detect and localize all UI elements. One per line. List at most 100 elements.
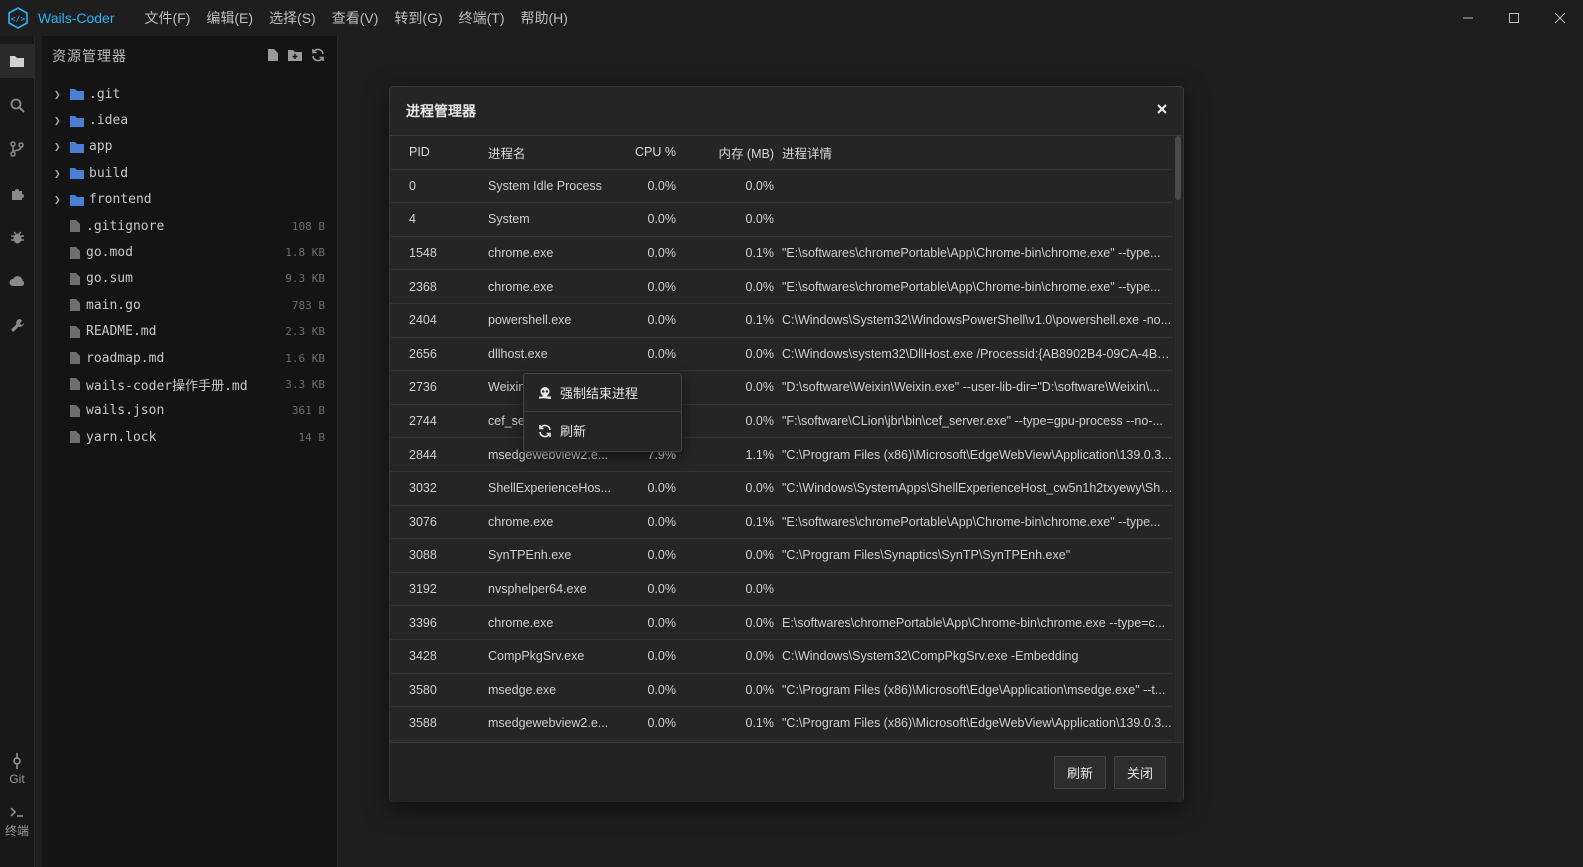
menu-help[interactable]: 帮助(H) (513, 8, 576, 28)
table-row[interactable]: 0 System Idle Process 0.0% 0.0% (390, 169, 1173, 204)
menu-goto[interactable]: 转到(G) (386, 8, 450, 28)
cell-pid: 2844 (390, 437, 488, 472)
cell-pid: 3580 (390, 673, 488, 708)
terminal-label: 终端 (4, 824, 29, 838)
new-file-button[interactable] (267, 48, 279, 65)
menu-select[interactable]: 选择(S) (261, 8, 324, 28)
menu-edit[interactable]: 编辑(E) (198, 8, 261, 28)
table-row[interactable]: 3076 chrome.exe 0.0% 0.1% "E:\softwares\chro… (390, 505, 1173, 540)
item-label: .gitignore (86, 218, 165, 234)
extensions-activity-button[interactable] (0, 176, 34, 210)
source-control-activity-button[interactable] (0, 132, 34, 166)
cell-cpu: 0.0% (616, 639, 688, 674)
file-size: 1.6 KB (285, 351, 325, 365)
dialog-close-button[interactable] (1157, 101, 1167, 118)
cell-pid: 3076 (390, 505, 488, 540)
cell-name: chrome.exe (488, 236, 616, 271)
refresh-explorer-button[interactable] (311, 48, 325, 65)
app-logo-icon: </> (7, 7, 29, 29)
table-row[interactable]: 4 System 0.0% 0.0% (390, 202, 1173, 237)
table-row[interactable]: 2744cef_server.exe0.0%0.0%"F:\software\C… (390, 404, 1173, 439)
terminal-icon (10, 807, 23, 817)
file-item[interactable]: wails-coder操作手册.md 3.3 KB (42, 371, 337, 397)
table-row[interactable]: 2844 msedgewebview2.e... 7.9% 1.1% "C:\Progr… (390, 437, 1173, 472)
folder-item[interactable]: ❯ .idea (42, 107, 337, 133)
cell-detail: "E:\softwares\chromePortable\App\Chrome-… (782, 269, 1173, 304)
explorer-activity-button[interactable] (0, 44, 34, 78)
table-row[interactable]: 3428 CompPkgSrv.exe 0.0% 0.0% C:\Windows\Sys… (390, 639, 1173, 674)
git-panel-button[interactable]: Git (0, 753, 34, 786)
cloud-activity-button[interactable] (0, 264, 34, 298)
table-row[interactable]: 2736Weixin.exe0.0%0.0%"D:\software\Weixi… (390, 370, 1173, 405)
col-mem[interactable]: 内存 (MB) (688, 136, 782, 170)
menu-terminal[interactable]: 终端(T) (451, 8, 513, 28)
file-item[interactable]: yarn.lock 14 B (42, 424, 337, 450)
cell-mem: 0.0% (688, 202, 782, 237)
minimize-icon (1463, 17, 1473, 19)
folder-item[interactable]: ❯ frontend (42, 187, 337, 213)
refresh-menu-item[interactable]: 刷新 (524, 412, 681, 449)
col-pid[interactable]: PID (390, 136, 488, 170)
cell-detail: C:\Windows\System32\WindowsPowerShell\v1… (782, 303, 1173, 338)
chevron-right-icon: ❯ (54, 166, 61, 180)
cell-name: msedgewebview2.e... (488, 706, 616, 741)
title-bar: </> Wails-Coder 文件(F) 编辑(E) 选择(S) 查看(V) … (0, 0, 1583, 36)
item-label: go.mod (86, 245, 133, 261)
cell-pid: 3428 (390, 639, 488, 674)
col-cpu[interactable]: CPU % (616, 136, 688, 170)
folder-item[interactable]: ❯ build (42, 160, 337, 186)
activity-bar: Git 终端 (0, 36, 35, 867)
cell-detail: "C:\Program Files (x86)\Microsoft\EdgeWe… (782, 437, 1173, 472)
scrollbar-thumb[interactable] (1175, 136, 1181, 200)
col-detail[interactable]: 进程详情 (782, 136, 1173, 170)
tools-activity-button[interactable] (0, 308, 34, 342)
minimize-button[interactable] (1445, 0, 1491, 36)
file-item[interactable]: .gitignore 108 B (42, 213, 337, 239)
close-icon (1554, 12, 1566, 24)
cell-pid: 2368 (390, 269, 488, 304)
terminal-panel-button[interactable]: 终端 (0, 805, 34, 839)
folder-item[interactable]: ❯ .git (42, 81, 337, 107)
file-item[interactable]: roadmap.md 1.6 KB (42, 345, 337, 371)
cell-detail: "F:\software\CLion\jbr\bin\cef_server.ex… (782, 404, 1173, 439)
close-button[interactable]: 关闭 (1114, 756, 1167, 789)
table-row[interactable]: 3580 msedge.exe 0.0% 0.0% "C:\Program Files … (390, 673, 1173, 708)
table-scrollbar[interactable] (1175, 136, 1181, 742)
table-row[interactable]: 3192 nvsphelper64.exe 0.0% 0.0% (390, 572, 1173, 607)
table-row[interactable]: 3396 chrome.exe 0.0% 0.0% E:\softwares\chrom… (390, 605, 1173, 640)
col-name[interactable]: 进程名 (488, 136, 616, 170)
cell-name: CompPkgSrv.exe (488, 639, 616, 674)
file-item[interactable]: main.go 783 B (42, 292, 337, 318)
file-icon (70, 404, 80, 417)
new-folder-button[interactable] (287, 48, 303, 65)
close-window-button[interactable] (1537, 0, 1583, 36)
kill-process-menu-item[interactable]: 强制结束进程 (524, 374, 681, 411)
folder-item[interactable]: ❯ app (42, 134, 337, 160)
cell-detail: C:\Windows\System32\CompPkgSrv.exe -Embe… (782, 639, 1173, 674)
table-row[interactable]: 2368 chrome.exe 0.0% 0.0% "E:\softwares\chro… (390, 269, 1173, 304)
table-row[interactable]: 3588 msedgewebview2.e... 0.0% 0.1% "C:\Progr… (390, 706, 1173, 741)
debug-activity-button[interactable] (0, 220, 34, 254)
file-item[interactable]: wails.json 361 B (42, 398, 337, 424)
table-row[interactable]: 2404 powershell.exe 0.0% 0.1% C:\Windows\Sys… (390, 303, 1173, 338)
file-item[interactable]: go.mod 1.8 KB (42, 239, 337, 265)
table-row[interactable]: 3032 ShellExperienceHos... 0.0% 0.0% "C:\Win… (390, 471, 1173, 506)
menu-file[interactable]: 文件(F) (137, 8, 199, 28)
cell-mem: 0.1% (688, 236, 782, 271)
item-label: go.sum (86, 271, 133, 287)
cell-detail: "E:\softwares\chromePortable\App\Chrome-… (782, 236, 1173, 271)
cell-name: powershell.exe (488, 303, 616, 338)
table-row[interactable]: 2656 dllhost.exe 0.0% 0.0% C:\Windows\system… (390, 337, 1173, 372)
table-row[interactable]: 3088 SynTPEnh.exe 0.0% 0.0% "C:\Program File… (390, 538, 1173, 573)
cell-detail: E:\softwares\chromePortable\App\Chrome-b… (782, 605, 1173, 640)
refresh-button[interactable]: 刷新 (1054, 756, 1107, 789)
cell-mem: 0.1% (688, 303, 782, 338)
menu-view[interactable]: 查看(V) (324, 8, 387, 28)
file-item[interactable]: go.sum 9.3 KB (42, 266, 337, 292)
search-activity-button[interactable] (0, 88, 34, 122)
cell-pid: 0 (390, 169, 488, 204)
table-row[interactable]: 1548 chrome.exe 0.0% 0.1% "E:\softwares\chro… (390, 236, 1173, 271)
maximize-button[interactable] (1491, 0, 1537, 36)
cell-detail (782, 202, 1173, 237)
file-item[interactable]: README.md 2.3 KB (42, 319, 337, 345)
